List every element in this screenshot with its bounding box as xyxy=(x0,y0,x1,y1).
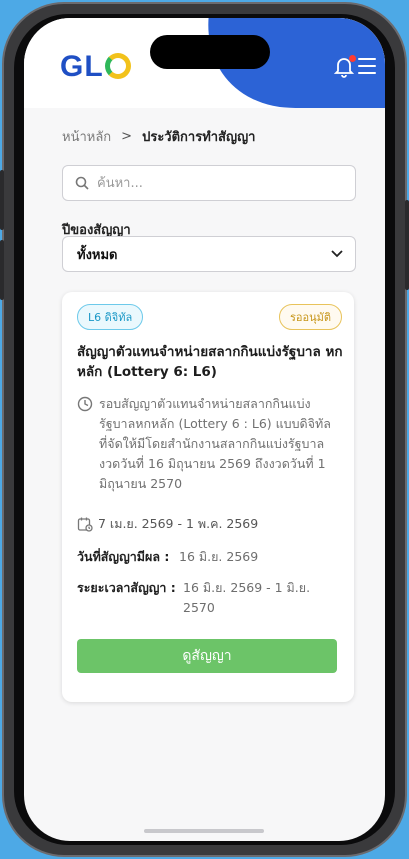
search-input[interactable] xyxy=(97,175,327,191)
breadcrumb-home-link[interactable]: หน้าหลัก xyxy=(62,126,111,147)
application-period-row: 7 เม.ย. 2569 - 1 พ.ค. 2569 xyxy=(77,514,258,534)
dynamic-island xyxy=(150,35,270,69)
calendar-icon xyxy=(77,517,93,532)
contract-card: L6 ดิจิทัล รออนุมัติ สัญญาตัวแทนจำหน่ายส… xyxy=(62,292,354,702)
effective-date-value: 16 มิ.ย. 2569 xyxy=(179,549,259,564)
year-filter-value: ทั้งหมด xyxy=(77,247,118,263)
effective-date-label: วันที่สัญญามีผล : xyxy=(77,549,170,564)
search-icon xyxy=(75,176,89,190)
year-filter-select[interactable]: ทั้งหมด xyxy=(62,236,356,272)
status-badge: รออนุมัติ xyxy=(278,304,342,330)
view-contract-button[interactable]: ดูสัญญา xyxy=(77,639,337,673)
power-button xyxy=(405,200,409,290)
logo-text: GL xyxy=(60,50,104,83)
app-header: GL xyxy=(24,18,385,108)
volume-down-button xyxy=(0,240,4,300)
home-indicator xyxy=(144,829,264,833)
breadcrumb: หน้าหลัก > ประวัติการทำสัญญา xyxy=(62,126,255,147)
contract-description: รอบสัญญาตัวแทนจำหน่ายสลากกินแบ่งรัฐบาลหก… xyxy=(99,396,331,491)
application-period: 7 เม.ย. 2569 - 1 พ.ค. 2569 xyxy=(98,516,259,531)
app-screen: GL หน้าหลัก > ประวัติการทำสัญญา ปีของสัญ… xyxy=(24,18,385,841)
glo-logo[interactable]: GL xyxy=(60,50,131,84)
search-box[interactable] xyxy=(62,165,356,201)
volume-up-button xyxy=(0,170,4,230)
notification-dot xyxy=(349,55,356,62)
contract-title: สัญญาตัวแทนจำหน่ายสลากกินแบ่งรัฐบาล หกหล… xyxy=(77,344,343,380)
effective-date-row: วันที่สัญญามีผล : 16 มิ.ย. 2569 xyxy=(77,547,347,567)
clock-icon xyxy=(77,396,93,412)
hamburger-menu-icon[interactable] xyxy=(358,58,376,74)
contract-description-row: รอบสัญญาตัวแทนจำหน่ายสลากกินแบ่งรัฐบาลหก… xyxy=(77,394,343,494)
contract-period-label: ระยะเวลาสัญญา : xyxy=(77,580,176,595)
contract-period-value: 16 มิ.ย. 2569 - 1 มิ.ย. 2570 xyxy=(183,580,311,615)
chevron-down-icon xyxy=(331,250,343,258)
contract-type-badge: L6 ดิจิทัล xyxy=(77,304,144,330)
logo-o-mark xyxy=(104,53,131,79)
chevron-right-icon: > xyxy=(121,129,133,144)
contract-period-row: ระยะเวลาสัญญา : 16 มิ.ย. 2569 - 1 มิ.ย. … xyxy=(77,578,347,618)
bell-icon[interactable] xyxy=(333,55,356,78)
breadcrumb-current: ประวัติการทำสัญญา xyxy=(142,130,256,145)
